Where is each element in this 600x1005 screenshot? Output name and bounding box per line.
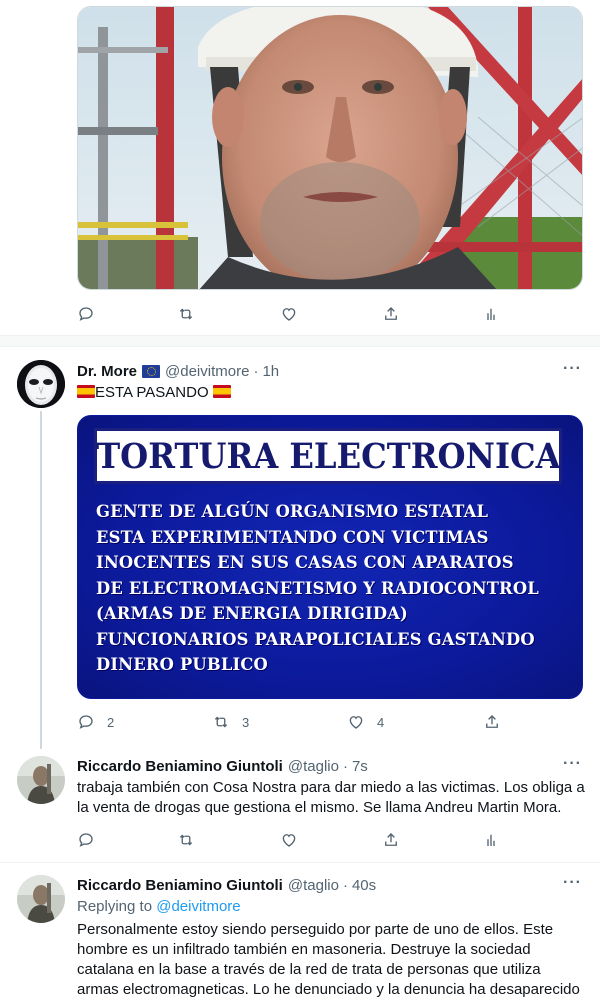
like-icon — [282, 308, 296, 321]
retweet-button[interactable]: 3 — [212, 712, 249, 732]
share-icon — [385, 833, 397, 846]
reply-icon — [79, 307, 93, 321]
tweet-header: Riccardo Beniamino Giuntoli @taglio · 7s — [77, 756, 368, 776]
analytics-icon — [487, 834, 495, 846]
analytics-button[interactable] — [482, 304, 500, 324]
image-line: FUNCIONARIOS PARAPOLICIALES GASTANDO — [96, 629, 535, 650]
tweet-image[interactable]: TORTURA ELECTRONICA GENTE DE ALGÚN ORGAN… — [77, 415, 583, 699]
tweet-text: trabaja también con Cosa Nostra para dar… — [77, 779, 585, 816]
thread-line — [40, 411, 42, 749]
tweet-header: Riccardo Beniamino Giuntoli @taglio · 40… — [77, 875, 376, 895]
image-body-text: GENTE DE ALGÚN ORGANISMO ESTATAL ESTA EX… — [96, 500, 576, 679]
image-line: GENTE DE ALGÚN ORGANISMO ESTATAL — [96, 502, 489, 522]
timestamp[interactable]: 40s — [352, 877, 376, 894]
reply-button[interactable] — [77, 304, 95, 324]
retweet-button[interactable] — [177, 830, 195, 850]
eu-flag-icon — [142, 364, 161, 378]
reply-icon — [79, 833, 93, 847]
timestamp[interactable]: 7s — [352, 758, 368, 775]
avatar[interactable] — [17, 756, 65, 804]
timestamp[interactable]: 1h — [262, 363, 279, 380]
mask-avatar-image — [17, 360, 65, 408]
retweet-icon — [179, 308, 193, 320]
reply-count: 2 — [107, 714, 115, 730]
tweet-text-content: ESTA PASANDO — [95, 384, 209, 401]
avatar[interactable] — [17, 875, 65, 923]
user-avatar-image — [17, 875, 65, 923]
like-button[interactable] — [280, 830, 298, 850]
tweet-separator — [0, 335, 600, 347]
separator-dot: · — [342, 876, 348, 894]
like-count: 4 — [377, 714, 385, 730]
tweet-header: Dr. More @deivitmore · 1h — [77, 361, 279, 381]
tweet-divider — [0, 862, 600, 863]
tweet-text: Personalmente estoy siendo perseguido po… — [77, 921, 580, 998]
analytics-button[interactable] — [482, 830, 500, 850]
reply-icon — [79, 715, 93, 729]
reply1-actions — [77, 830, 507, 854]
retweet-icon — [214, 716, 228, 728]
retweet-count: 3 — [242, 714, 250, 730]
more-icon[interactable]: ··· — [563, 874, 582, 892]
share-icon — [385, 307, 397, 320]
image-line: (ARMAS DE ENERGIA DIRIGIDA) — [96, 604, 408, 624]
share-button[interactable] — [382, 304, 400, 324]
mention-link[interactable]: @deivitmore — [156, 898, 240, 915]
more-icon[interactable]: ··· — [563, 360, 582, 378]
avatar[interactable] — [17, 360, 65, 408]
user-handle[interactable]: @taglio — [288, 758, 339, 775]
top-tweet-actions — [77, 304, 507, 328]
display-name[interactable]: Riccardo Beniamino Giuntoli — [77, 758, 283, 775]
share-icon — [486, 715, 498, 728]
user-handle[interactable]: @taglio — [288, 877, 339, 894]
replying-to: Replying to @deivitmore — [77, 898, 241, 915]
user-handle[interactable]: @deivitmore — [165, 363, 249, 380]
image-line: DE ELECTROMAGNETISMO Y RADIOCONTROL — [96, 578, 539, 599]
separator-dot: · — [253, 362, 259, 380]
retweet-button[interactable] — [177, 304, 195, 324]
image-line: DINERO PUBLICO — [96, 655, 268, 675]
like-button[interactable] — [280, 304, 298, 324]
tweet-text: ESTA PASANDO — [77, 383, 585, 403]
image-title-box: TORTURA ELECTRONICA — [94, 428, 562, 484]
image-line: INOCENTES EN SUS CASAS CON APARATOS — [96, 553, 514, 573]
like-icon — [282, 834, 296, 847]
display-name[interactable]: Riccardo Beniamino Giuntoli — [77, 877, 283, 894]
image-line: ESTA EXPERIMENTANDO CON VICTIMAS — [96, 527, 489, 548]
user-avatar-image — [17, 756, 65, 804]
like-button[interactable]: 4 — [347, 712, 384, 732]
reply-button[interactable]: 2 — [77, 712, 114, 732]
analytics-icon — [487, 308, 495, 320]
top-tweet-photo[interactable] — [77, 6, 583, 290]
selfie-photo — [78, 7, 582, 289]
like-icon — [349, 716, 363, 729]
more-icon[interactable]: ··· — [563, 755, 582, 773]
share-button[interactable] — [382, 830, 400, 850]
display-name[interactable]: Dr. More — [77, 363, 137, 380]
replying-to-label: Replying to — [77, 898, 153, 915]
separator-dot: · — [342, 757, 348, 775]
main-tweet-actions: 2 3 4 — [77, 712, 507, 736]
spain-flag-icon — [212, 385, 231, 398]
share-button[interactable] — [483, 712, 501, 732]
image-title: TORTURA ELECTRONICA — [95, 435, 561, 477]
spain-flag-icon — [77, 385, 95, 398]
retweet-icon — [179, 834, 193, 846]
reply-button[interactable] — [77, 830, 95, 850]
